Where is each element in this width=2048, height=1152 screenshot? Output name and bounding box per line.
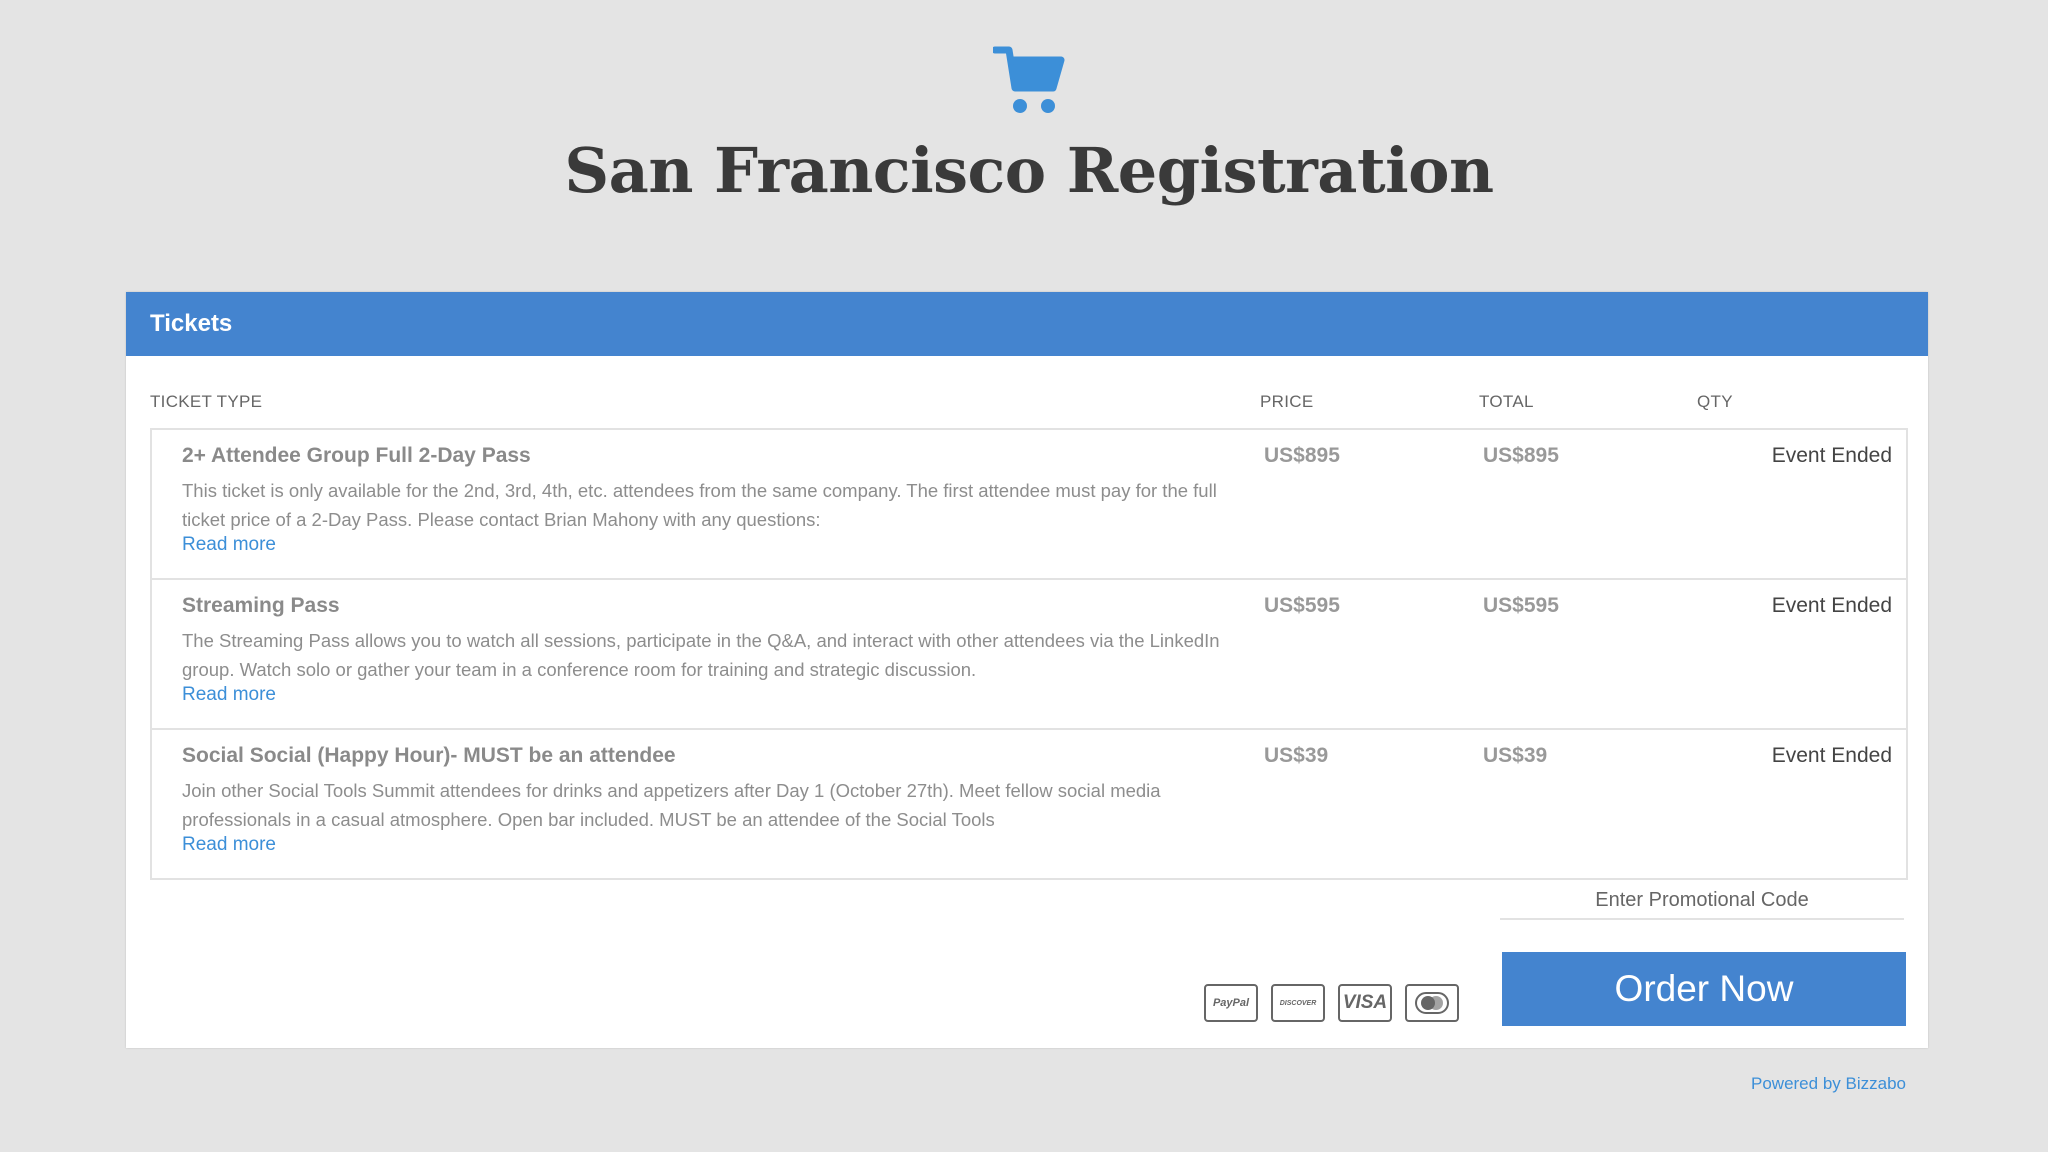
page-title: San Francisco Registration (564, 134, 1494, 207)
ticket-price: US$39 (1264, 744, 1329, 767)
promo-code-input[interactable] (1500, 882, 1904, 920)
ticket-total: US$595 (1483, 594, 1559, 617)
column-total: TOTAL (1479, 392, 1534, 411)
powered-by-label: Powered by (1751, 1074, 1841, 1093)
ticket-description: This ticket is only available for the 2n… (182, 480, 1217, 530)
column-ticket-type: TICKET TYPE (150, 392, 263, 411)
ticket-status: Event Ended (1771, 594, 1892, 617)
paypal-icon: PayPal (1204, 984, 1258, 1022)
ticket-status: Event Ended (1771, 744, 1892, 767)
read-more-link[interactable]: Read more (182, 684, 276, 706)
column-qty: QTY (1697, 392, 1733, 411)
ticket-row: Streaming Pass The Streaming Pass allows… (152, 578, 1906, 728)
ticket-total: US$39 (1483, 744, 1548, 767)
powered-by: Powered by Bizzabo (1751, 1074, 1906, 1094)
discover-icon: DISCOVER (1271, 984, 1325, 1022)
tickets-panel: Tickets TICKET TYPE PRICE TOTAL QTY 2+ A… (126, 292, 1928, 1048)
ticket-price: US$595 (1264, 594, 1340, 617)
ticket-name: 2+ Attendee Group Full 2-Day Pass (182, 444, 531, 467)
mastercard-circles-icon (1415, 992, 1449, 1014)
ticket-row: Social Social (Happy Hour)- MUST be an a… (152, 728, 1906, 878)
ticket-row: 2+ Attendee Group Full 2-Day Pass This t… (152, 430, 1906, 578)
ticket-description: Join other Social Tools Summit attendees… (182, 780, 1161, 830)
ticket-list: 2+ Attendee Group Full 2-Day Pass This t… (150, 428, 1908, 880)
ticket-price: US$895 (1264, 444, 1340, 467)
bizzabo-link[interactable]: Bizzabo (1846, 1074, 1906, 1093)
read-more-link[interactable]: Read more (182, 534, 276, 556)
order-now-button[interactable]: Order Now (1502, 952, 1906, 1026)
ticket-name: Social Social (Happy Hour)- MUST be an a… (182, 744, 676, 767)
ticket-description: The Streaming Pass allows you to watch a… (182, 630, 1220, 680)
visa-icon: VISA (1338, 984, 1392, 1022)
ticket-total: US$895 (1483, 444, 1559, 467)
ticket-name: Streaming Pass (182, 594, 340, 617)
mastercard-icon (1405, 984, 1459, 1022)
column-price: PRICE (1260, 392, 1314, 411)
read-more-link[interactable]: Read more (182, 834, 276, 856)
panel-header: Tickets (126, 292, 1928, 356)
ticket-status: Event Ended (1771, 444, 1892, 467)
shopping-cart-icon (993, 46, 1065, 113)
